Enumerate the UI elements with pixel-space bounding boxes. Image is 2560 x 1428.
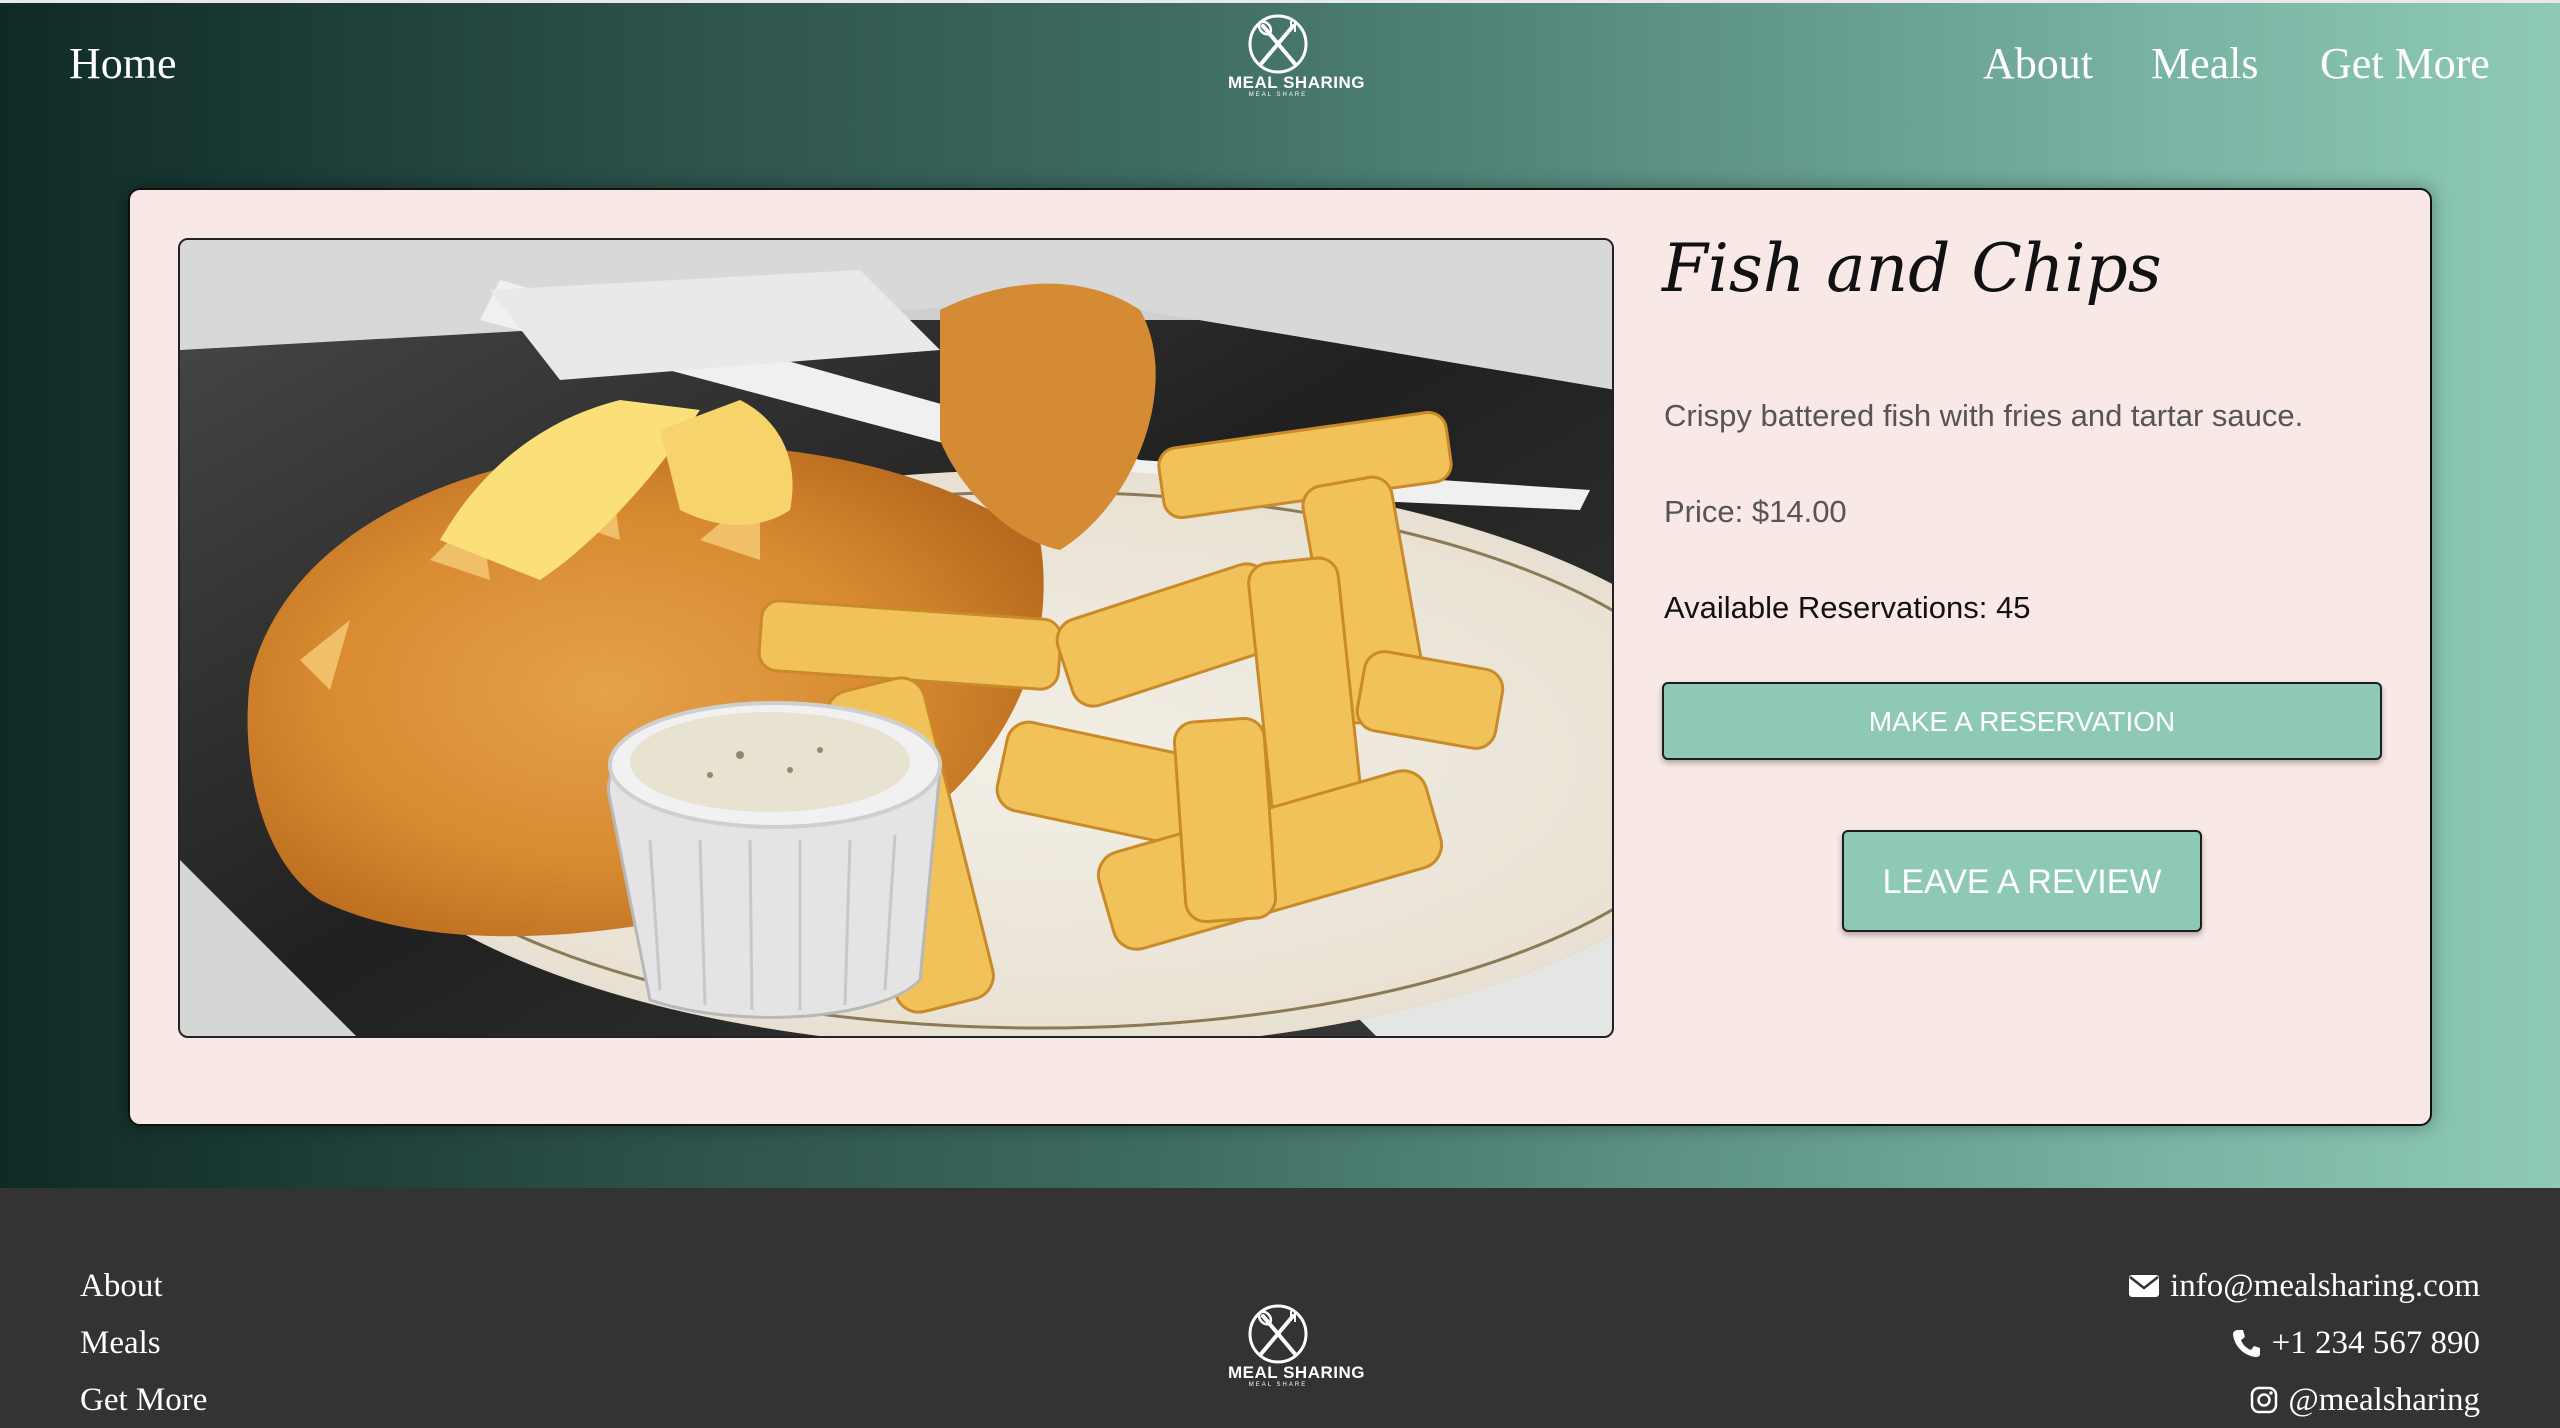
- nav-get-more-link[interactable]: Get More: [2320, 30, 2490, 98]
- available-reservations: Available Reservations: 45: [1664, 590, 2031, 625]
- phone-icon: [2232, 1330, 2260, 1357]
- meal-price: Price: $14.00: [1664, 494, 1847, 529]
- logo-subtext: MEAL SHARE: [1248, 92, 1308, 98]
- phone-text: +1 234 567 890: [2271, 1325, 2480, 1361]
- logo-text: MEAL SHARING: [1228, 1363, 1365, 1382]
- meal-title: Fish and Chips: [1662, 230, 2162, 307]
- fish-and-chips-photo: [180, 240, 1612, 1036]
- top-border: [0, 0, 2560, 3]
- nav-home-link[interactable]: Home: [69, 30, 177, 98]
- footer-about-link[interactable]: About: [80, 1262, 163, 1310]
- footer: About Meals Get More MEAL SHARING MEAL S…: [0, 1188, 2560, 1428]
- footer-phone[interactable]: +1 234 567 890: [2232, 1319, 2480, 1367]
- footer-email[interactable]: info@mealsharing.com: [2128, 1262, 2480, 1310]
- footer-get-more-link[interactable]: Get More: [80, 1376, 207, 1424]
- footer-meals-link[interactable]: Meals: [80, 1319, 161, 1367]
- envelope-icon: [2129, 1275, 2160, 1297]
- fork-knife-logo-icon: [1248, 14, 1308, 74]
- logo-text: MEAL SHARING: [1228, 73, 1365, 92]
- leave-review-button[interactable]: Leave a Review: [1842, 830, 2202, 932]
- email-text: info@mealsharing.com: [2170, 1268, 2480, 1304]
- instagram-icon: [2251, 1386, 2278, 1414]
- make-reservation-button[interactable]: Make a Reservation: [1662, 682, 2382, 760]
- footer-logo: MEAL SHARING MEAL SHARE: [1228, 1302, 1365, 1389]
- instagram-text: @mealsharing: [2288, 1382, 2480, 1418]
- nav-about-link[interactable]: About: [1983, 30, 2093, 98]
- meal-image: [178, 238, 1614, 1038]
- footer-instagram[interactable]: @mealsharing: [2250, 1376, 2480, 1424]
- hero-background: Home MEAL SHARING MEAL SHARE About Meals…: [0, 0, 2560, 1188]
- logo-subtext: MEAL SHARE: [1248, 1382, 1308, 1388]
- fork-knife-logo-icon: [1248, 1304, 1308, 1364]
- header-logo[interactable]: MEAL SHARING MEAL SHARE: [1228, 12, 1365, 99]
- meal-description: Crispy battered fish with fries and tart…: [1664, 398, 2304, 433]
- nav-meals-link[interactable]: Meals: [2151, 30, 2259, 98]
